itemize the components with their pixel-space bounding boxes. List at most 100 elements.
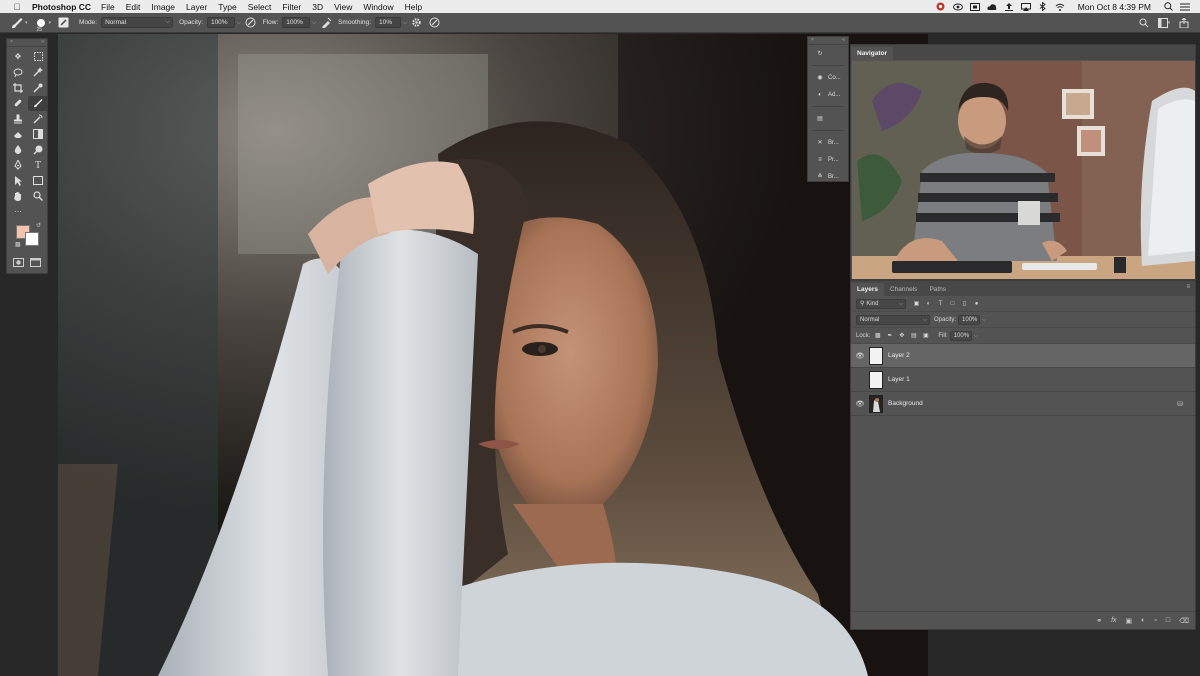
zoom-tool-icon[interactable]: [28, 189, 48, 205]
menu-select[interactable]: Select: [248, 2, 272, 12]
swap-colors-icon[interactable]: ↺: [36, 222, 41, 229]
type-tool-icon[interactable]: T: [28, 158, 48, 174]
strip-item-ruler[interactable]: ▤: [808, 110, 848, 127]
pressure-size-icon[interactable]: [429, 17, 441, 29]
blur-tool-icon[interactable]: [8, 142, 28, 158]
screen-share-icon[interactable]: [969, 2, 980, 11]
menu-edit[interactable]: Edit: [126, 2, 141, 12]
type-filter-icon[interactable]: T: [936, 299, 945, 308]
expand-icon[interactable]: «: [842, 37, 845, 44]
history-brush-tool-icon[interactable]: [28, 111, 48, 127]
brush-settings-panel-icon[interactable]: [57, 17, 69, 29]
strip-item-adjustments[interactable]: ◐ Ad...: [808, 86, 848, 103]
delete-layer-icon[interactable]: ⌫: [1179, 617, 1189, 625]
tab-channels[interactable]: Channels: [884, 283, 923, 296]
more-tools-icon[interactable]: ···: [8, 204, 28, 220]
magic-wand-tool-icon[interactable]: [28, 65, 48, 81]
fill-dropdown-icon[interactable]: ⌵: [974, 333, 978, 339]
menu-help[interactable]: Help: [405, 2, 422, 12]
visibility-eye-icon[interactable]: 👁: [851, 400, 869, 408]
apple-menu-icon[interactable]: : [10, 2, 24, 12]
background-color-swatch[interactable]: [25, 231, 39, 246]
lock-transparent-pixels-icon[interactable]: ▩: [873, 331, 882, 340]
tab-navigator[interactable]: Navigator: [851, 47, 893, 60]
layer-style-icon[interactable]: fx: [1111, 617, 1116, 624]
healing-brush-tool-icon[interactable]: [8, 96, 28, 112]
smoothing-field[interactable]: 10%: [374, 17, 401, 28]
tab-paths[interactable]: Paths: [923, 283, 952, 296]
workspace-switcher-icon[interactable]: ▾: [1156, 17, 1172, 29]
document-image[interactable]: [58, 34, 928, 676]
collapse-icon[interactable]: »: [41, 39, 44, 46]
lock-image-pixels-icon[interactable]: ✒: [885, 331, 894, 340]
creative-cloud-icon[interactable]: [987, 3, 997, 11]
new-group-icon[interactable]: ▫: [1154, 617, 1156, 624]
clone-stamp-tool-icon[interactable]: [8, 111, 28, 127]
new-layer-icon[interactable]: □: [1166, 617, 1170, 624]
menubar-clock[interactable]: Mon Oct 8 4:39 PM: [1078, 2, 1151, 12]
adjustment-filter-icon[interactable]: ◐: [924, 299, 933, 308]
panel-menu-icon[interactable]: ≡: [1186, 284, 1190, 290]
link-layers-icon[interactable]: ⚭: [1096, 617, 1102, 625]
pressure-opacity-icon[interactable]: [245, 17, 257, 29]
pen-tool-icon[interactable]: [8, 158, 28, 174]
smoothing-options-gear-icon[interactable]: [411, 17, 423, 29]
layer-blend-mode-select[interactable]: Normal ⌵: [856, 314, 930, 325]
strip-item-brush-settings[interactable]: ≜ Br...: [808, 168, 848, 185]
layer-name[interactable]: Layer 1: [888, 376, 910, 383]
close-icon[interactable]: ×: [10, 39, 13, 46]
tool-preset-picker[interactable]: ▾: [10, 17, 28, 29]
tab-layers[interactable]: Layers: [851, 283, 884, 296]
gradient-tool-icon[interactable]: [28, 127, 48, 143]
lock-all-icon[interactable]: ▣: [921, 331, 930, 340]
airbrush-icon[interactable]: [320, 17, 332, 29]
brush-tool-icon[interactable]: [28, 95, 48, 111]
hand-tool-icon[interactable]: [8, 189, 28, 205]
rectangular-marquee-tool-icon[interactable]: [28, 49, 48, 65]
dodge-tool-icon[interactable]: [28, 142, 48, 158]
tools-panel-header[interactable]: ×»: [7, 39, 47, 47]
layer-opacity-dropdown-icon[interactable]: ⌵: [982, 317, 986, 323]
pixel-filter-icon[interactable]: ▣: [912, 299, 921, 308]
smart-object-filter-icon[interactable]: ▯: [960, 299, 969, 308]
airplay-icon[interactable]: [1020, 2, 1031, 11]
menu-3d[interactable]: 3D: [312, 2, 323, 12]
menu-type[interactable]: Type: [218, 2, 236, 12]
smoothing-dropdown-icon[interactable]: ⌵: [403, 20, 407, 26]
menu-image[interactable]: Image: [151, 2, 175, 12]
path-selection-tool-icon[interactable]: [8, 173, 28, 189]
flow-field[interactable]: 100%: [282, 17, 311, 28]
opacity-dropdown-icon[interactable]: ⌵: [237, 20, 241, 26]
eye-tracker-icon[interactable]: [952, 3, 963, 11]
screen-mode-icon[interactable]: [30, 254, 41, 272]
search-icon[interactable]: [1138, 17, 1150, 29]
eraser-tool-icon[interactable]: [8, 127, 28, 143]
blend-mode-select[interactable]: Normal ⌵: [101, 17, 174, 28]
menu-layer[interactable]: Layer: [186, 2, 207, 12]
brush-preset-picker[interactable]: 25 ▾: [36, 18, 51, 33]
layer-row-background[interactable]: 👁 Background ⛁: [851, 392, 1195, 416]
navigator-preview[interactable]: [852, 61, 1195, 279]
lasso-tool-icon[interactable]: [8, 65, 28, 81]
new-adjustment-layer-icon[interactable]: ◐: [1141, 617, 1145, 624]
strip-item-history[interactable]: ↻: [808, 45, 848, 62]
strip-item-properties[interactable]: ≡ Pr...: [808, 151, 848, 168]
wifi-icon[interactable]: [1055, 3, 1065, 11]
bluetooth-icon[interactable]: [1038, 2, 1048, 11]
status-record-icon[interactable]: [936, 2, 946, 11]
default-colors-icon[interactable]: ▩: [15, 241, 21, 248]
strip-header[interactable]: × «: [808, 37, 848, 45]
lock-artboard-icon[interactable]: ▤: [909, 331, 918, 340]
fill-field[interactable]: 100%: [949, 330, 972, 341]
menu-view[interactable]: View: [334, 2, 352, 12]
layer-opacity-field[interactable]: 100%: [958, 314, 981, 325]
eyedropper-tool-icon[interactable]: [28, 80, 48, 96]
menu-window[interactable]: Window: [363, 2, 393, 12]
notification-center-icon[interactable]: [1180, 3, 1190, 11]
layer-row-layer-1[interactable]: Layer 1: [851, 368, 1195, 392]
crop-tool-icon[interactable]: [8, 80, 28, 96]
filter-kind-select[interactable]: ⚲ Kind ⌵: [856, 298, 906, 309]
layer-name[interactable]: Layer 2: [888, 352, 910, 359]
layer-name[interactable]: Background: [888, 400, 923, 407]
opacity-field[interactable]: 100%: [206, 17, 235, 28]
